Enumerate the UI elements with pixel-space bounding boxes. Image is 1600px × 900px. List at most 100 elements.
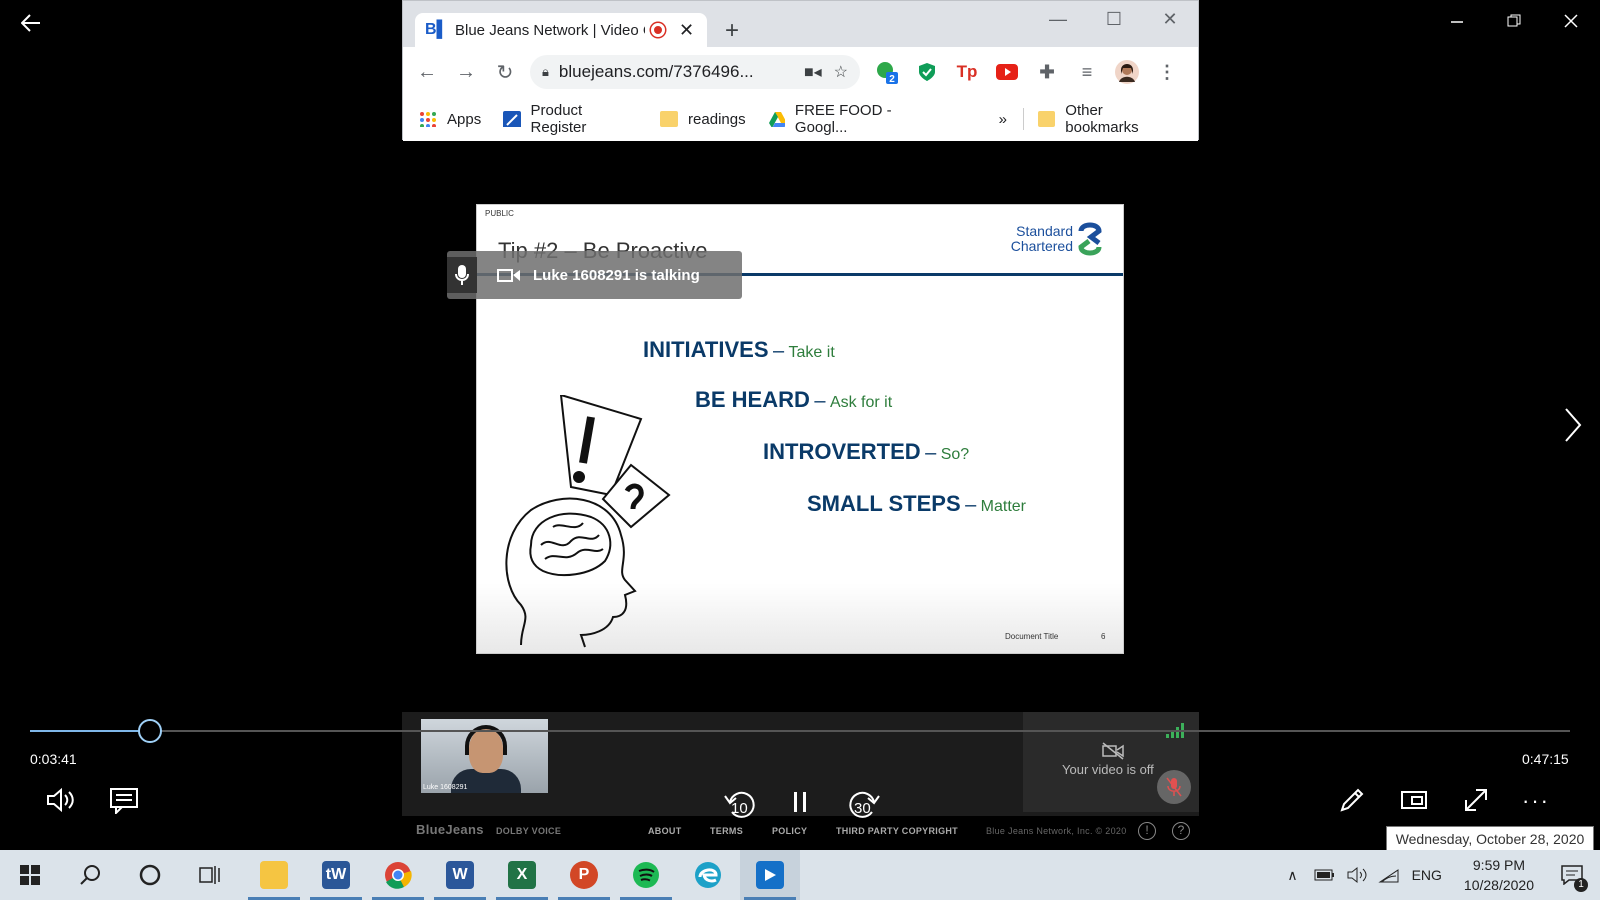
reload-icon[interactable]: ↻ <box>490 60 520 85</box>
bookmarks-overflow[interactable]: » <box>999 111 1007 128</box>
bookmark-readings[interactable]: readings <box>660 111 746 128</box>
excel-icon[interactable]: X <box>492 850 552 900</box>
browser-forward-icon[interactable]: → <box>451 61 481 84</box>
tp-extension-icon[interactable]: Tp <box>954 59 980 85</box>
seek-thumb[interactable] <box>138 719 163 743</box>
bookmark-other[interactable]: Other bookmarks <box>1037 102 1176 136</box>
tab-title: Blue Jeans Network | Video C <box>455 21 645 39</box>
bookmark-label: FREE FOOD - Googl... <box>794 102 892 136</box>
kebab-menu-icon[interactable]: ⋮ <box>1154 59 1180 85</box>
movies-tv-icon[interactable] <box>740 850 800 900</box>
bookmark-free-food[interactable]: FREE FOOD - Googl... <box>768 102 943 136</box>
dolby-voice-label: DOLBY VOICE <box>496 826 562 836</box>
captions-icon[interactable] <box>110 788 140 814</box>
mic-muted-icon <box>1166 777 1182 797</box>
tip-detail: Take it <box>788 344 835 361</box>
youtube-icon[interactable] <box>994 59 1020 85</box>
apps-grid-icon <box>420 112 436 127</box>
chrome-icon[interactable] <box>368 850 428 900</box>
windows-start-icon[interactable] <box>0 850 60 900</box>
puzzle-icon[interactable]: ✚ <box>1034 59 1060 85</box>
browser-maximize-icon[interactable]: ☐ <box>1091 9 1137 30</box>
tip-line: INTROVERTED – So? <box>763 439 969 465</box>
bookmark-label: Apps <box>447 110 482 128</box>
bookmark-label: readings <box>688 110 746 128</box>
seek-bar[interactable] <box>30 719 1570 743</box>
pen-icon[interactable] <box>1338 786 1366 814</box>
browser-minimize-icon[interactable]: — <box>1035 9 1081 30</box>
sc-mark-icon <box>1078 222 1102 256</box>
footer-link-policy[interactable]: POLICY <box>772 826 807 836</box>
tip-detail: Ask for it <box>829 394 893 411</box>
minimize-icon[interactable] <box>1442 10 1472 36</box>
address-bar[interactable]: 🔒︎ bluejeans.com/7376496... ■◂ ☆ <box>530 55 860 89</box>
tw-app-icon[interactable]: tW <box>306 850 366 900</box>
help-icon[interactable]: ? <box>1172 822 1190 840</box>
folder-icon <box>660 111 679 127</box>
spotify-icon[interactable] <box>616 850 676 900</box>
forward-30-button[interactable]: 30 <box>848 788 882 822</box>
clock-date: 10/28/2020 <box>1463 877 1534 893</box>
tip-keyword: INITIATIVES <box>643 337 769 362</box>
word-icon[interactable]: W <box>430 850 490 900</box>
alert-icon[interactable]: ! <box>1138 822 1156 840</box>
close-icon[interactable] <box>1556 10 1586 36</box>
bookmark-product-register[interactable]: Product Register <box>503 102 638 136</box>
taskbar: tW W X P ∧ ENG 9:59 PM 10/28/2020 1 <box>0 850 1600 900</box>
back-arrow-icon[interactable] <box>16 10 46 36</box>
video-camera-icon <box>497 269 520 282</box>
powerpoint-icon[interactable]: P <box>554 850 614 900</box>
url-text: bluejeans.com/7376496... <box>558 62 754 81</box>
tip-keyword: BE HEARD <box>695 387 810 412</box>
edge-icon[interactable] <box>678 850 738 900</box>
rewind-10-button[interactable]: 10 <box>722 788 756 822</box>
pause-icon[interactable] <box>792 790 808 814</box>
task-view-icon[interactable] <box>180 850 240 900</box>
mini-view-icon[interactable] <box>1400 788 1430 812</box>
footer-link-copyright[interactable]: THIRD PARTY COPYRIGHT <box>836 826 958 836</box>
clock[interactable]: 9:59 PM 10/28/2020 <box>1464 855 1534 895</box>
fullscreen-icon[interactable] <box>1462 786 1490 814</box>
camera-icon[interactable]: ■◂ <box>804 62 822 82</box>
browser-tab[interactable]: B▌ Blue Jeans Network | Video C ✕ <box>415 13 707 47</box>
more-options-icon[interactable]: ··· <box>1522 788 1550 814</box>
action-center-icon[interactable]: 1 <box>1552 850 1592 900</box>
thinking-head-illustration <box>505 395 671 648</box>
forward-seconds: 30 <box>854 800 871 817</box>
speaker-icon[interactable] <box>1346 866 1368 884</box>
active-speaker-banner: Luke 1608291 is talking <box>447 251 742 299</box>
tip-keyword: SMALL STEPS <box>807 491 961 516</box>
cortana-icon[interactable] <box>120 850 180 900</box>
svg-text:2: 2 <box>889 74 895 85</box>
footer-link-about[interactable]: ABOUT <box>648 826 682 836</box>
star-icon[interactable]: ☆ <box>834 62 848 82</box>
search-icon[interactable] <box>60 850 120 900</box>
battery-icon[interactable] <box>1314 868 1336 882</box>
footer-copyright: Blue Jeans Network, Inc. © 2020 <box>986 826 1127 836</box>
file-explorer-icon[interactable] <box>244 850 304 900</box>
bookmark-apps[interactable]: Apps <box>419 111 481 128</box>
browser-back-icon[interactable]: ← <box>412 61 442 84</box>
extension-green-icon[interactable]: 2 <box>874 59 900 85</box>
footer-link-terms[interactable]: TERMS <box>710 826 743 836</box>
shield-icon[interactable] <box>914 59 940 85</box>
next-chevron-icon[interactable] <box>1558 405 1588 445</box>
new-tab-icon[interactable]: + <box>725 17 739 45</box>
microphone-icon <box>447 257 477 293</box>
bookmark-label: Product Register <box>530 102 587 136</box>
browser-close-icon[interactable]: ✕ <box>1147 9 1193 30</box>
folder-icon <box>1037 111 1056 127</box>
tab-close-icon[interactable]: ✕ <box>679 20 694 41</box>
product-register-icon <box>503 111 521 127</box>
restore-icon[interactable] <box>1499 10 1529 36</box>
browser-window: B▌ Blue Jeans Network | Video C ✕ + — ☐ … <box>402 0 1199 141</box>
bookmarks-bar: Apps Product Register readings FREE FOOD… <box>403 97 1198 141</box>
volume-icon[interactable] <box>46 786 78 814</box>
language-indicator[interactable]: ENG <box>1412 867 1442 883</box>
video-off-icon <box>1102 742 1124 760</box>
profile-avatar[interactable] <box>1114 59 1140 85</box>
muted-mic-button[interactable] <box>1157 770 1191 804</box>
tray-chevron-icon[interactable]: ∧ <box>1287 867 1297 884</box>
wifi-icon[interactable] <box>1377 866 1400 884</box>
media-queue-icon[interactable]: ≡ <box>1074 59 1100 85</box>
